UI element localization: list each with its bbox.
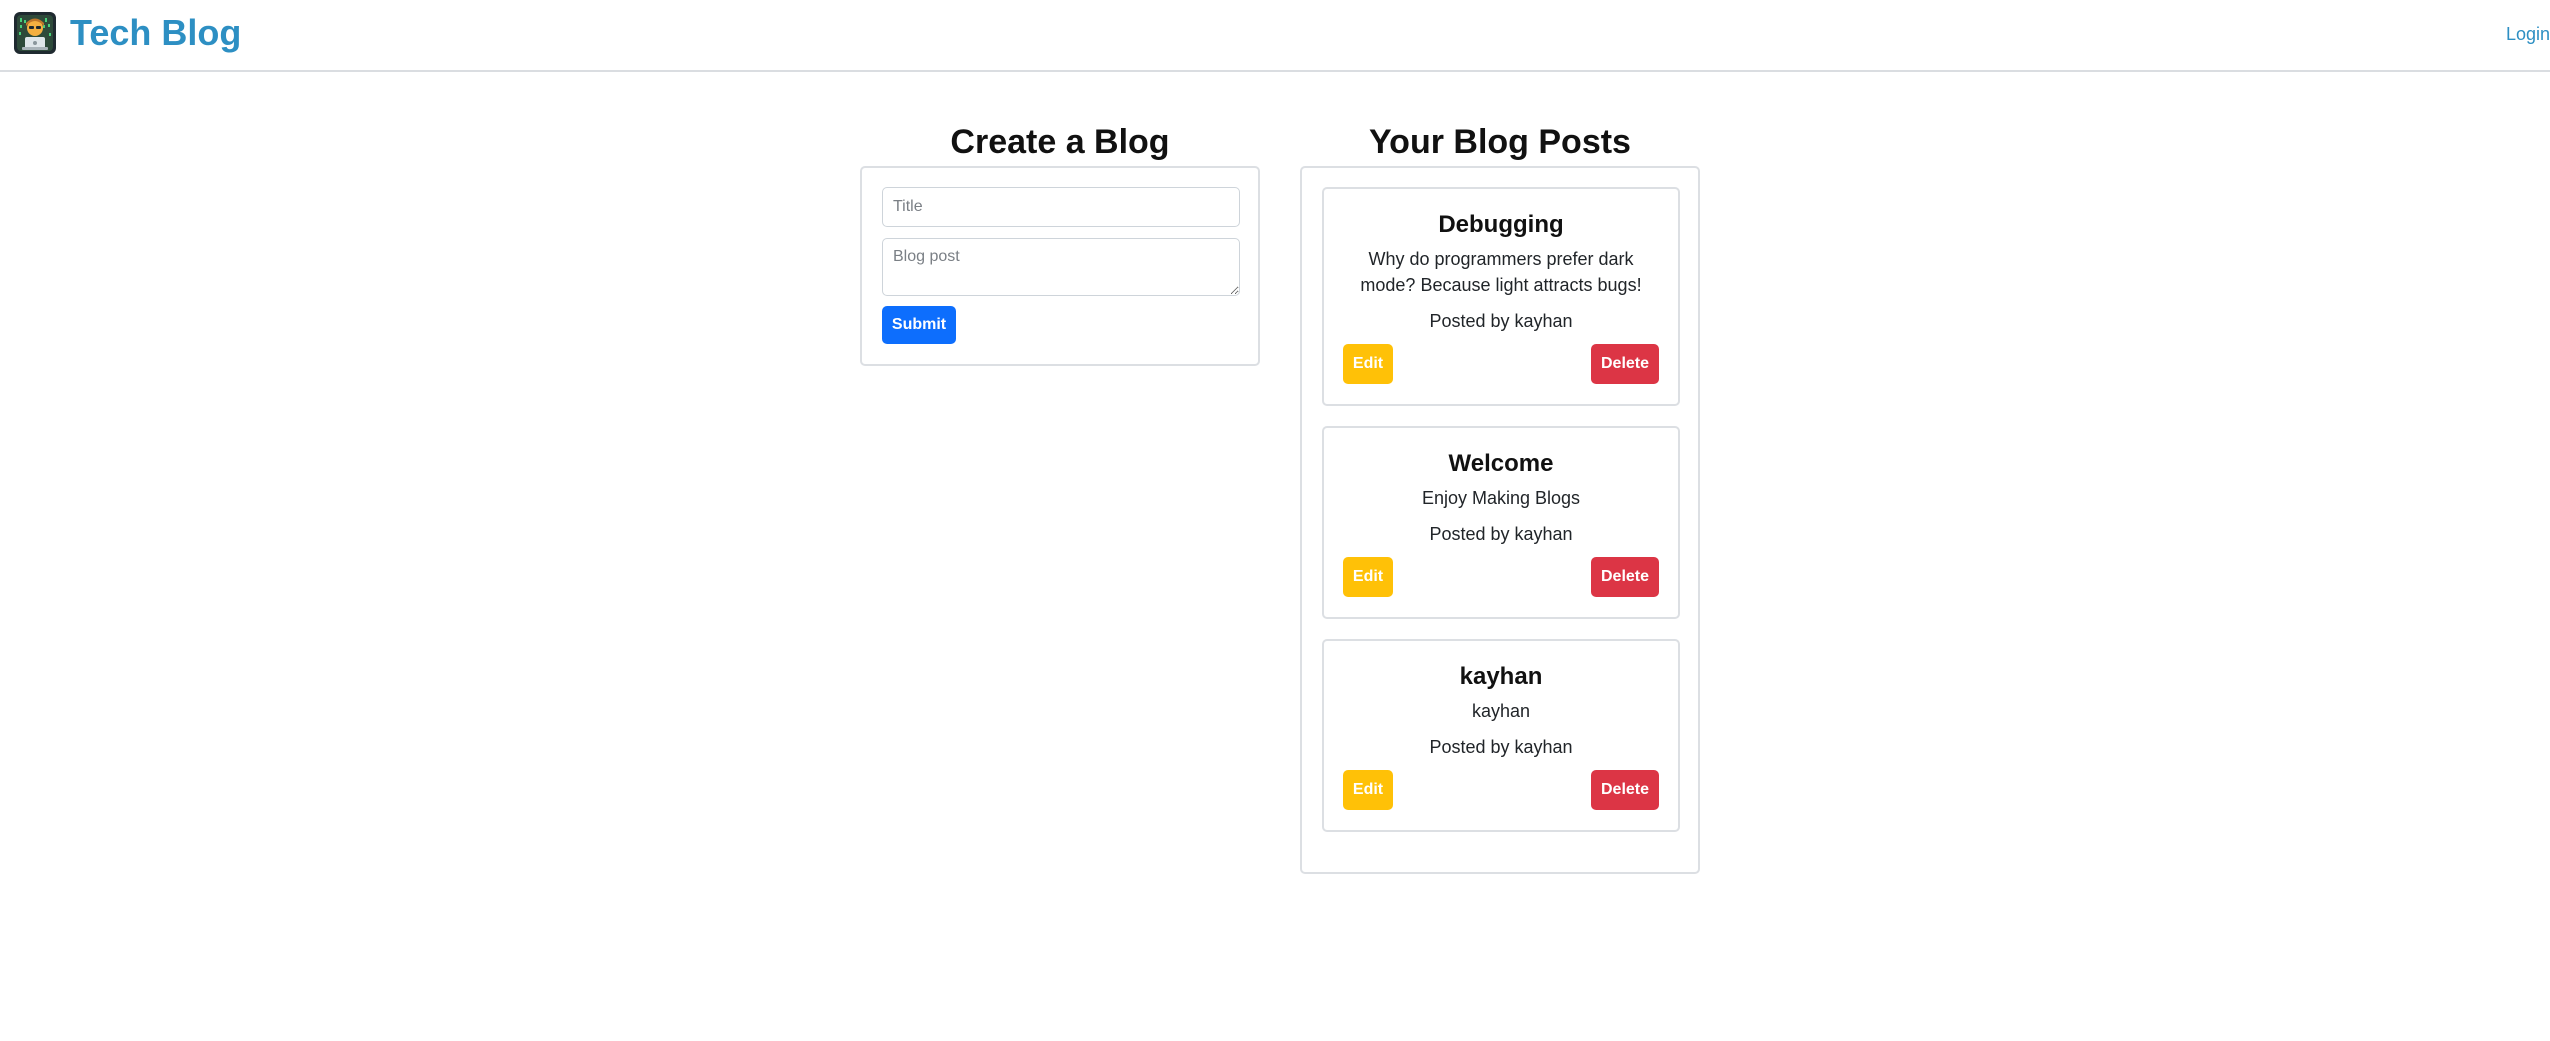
edit-button[interactable]: Edit [1343,770,1393,810]
create-blog-form: Submit [860,166,1260,366]
post-author: Posted by kayhan [1429,311,1573,331]
blog-posts-list: Debugging Why do programmers prefer dark… [1300,166,1700,874]
post-actions: Edit Delete [1324,344,1678,384]
post-body: Why do programmers prefer dark mode? Bec… [1360,249,1642,295]
blog-posts-heading: Your Blog Posts [1369,123,1631,161]
blog-post-card: Debugging Why do programmers prefer dark… [1322,187,1680,406]
delete-button[interactable]: Delete [1591,557,1659,597]
edit-button[interactable]: Edit [1343,344,1393,384]
top-navbar: Tech Blog Login [0,0,2550,72]
blog-post-card: kayhan kayhan Posted by kayhan Edit Dele… [1322,639,1680,832]
blog-posts-section: Your Blog Posts Debugging Why do program… [1300,118,1700,874]
login-link[interactable]: Login [2506,24,2550,45]
blog-post-card: Welcome Enjoy Making Blogs Posted by kay… [1322,426,1680,619]
delete-button[interactable]: Delete [1591,344,1659,384]
submit-button[interactable]: Submit [882,306,956,344]
post-author: Posted by kayhan [1429,737,1573,757]
post-title: Welcome [1448,450,1554,477]
post-author: Posted by kayhan [1429,524,1573,544]
post-actions: Edit Delete [1324,770,1678,810]
post-body: Enjoy Making Blogs [1421,488,1581,508]
title-input[interactable] [882,187,1240,227]
blog-post-textarea[interactable] [882,238,1240,296]
create-blog-section: Create a Blog Submit [860,118,1260,366]
create-blog-heading: Create a Blog [950,123,1170,161]
post-actions: Edit Delete [1324,557,1678,597]
hacker-avatar-icon [14,12,56,54]
delete-button[interactable]: Delete [1591,770,1659,810]
post-title: Debugging [1438,211,1564,238]
brand-home-link[interactable]: Tech Blog [14,12,241,54]
post-body: kayhan [1471,701,1531,721]
post-title: kayhan [1459,663,1543,690]
brand-title: Tech Blog [70,12,242,53]
edit-button[interactable]: Edit [1343,557,1393,597]
